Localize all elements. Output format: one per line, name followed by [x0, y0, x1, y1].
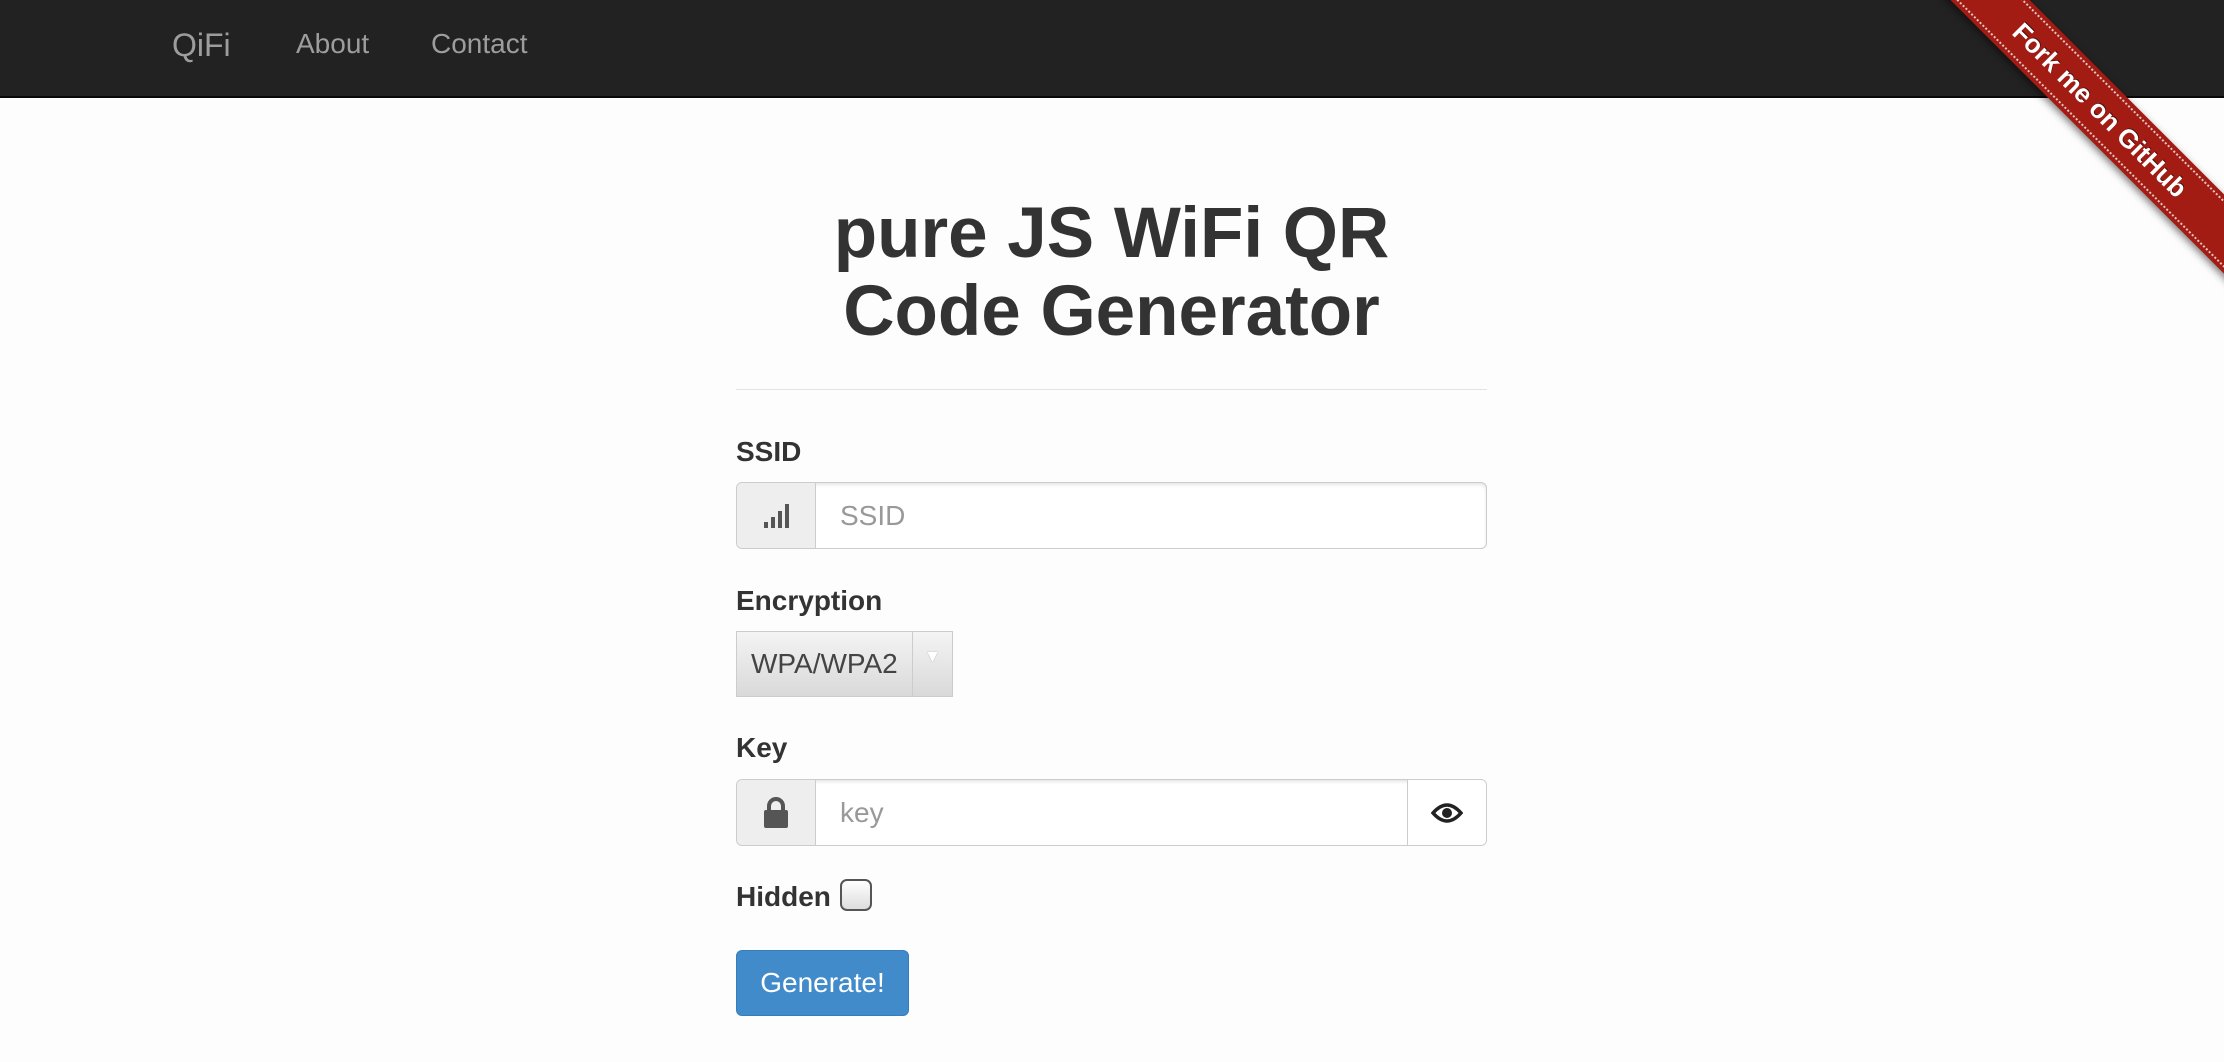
encryption-selected-value: WPA/WPA2: [751, 648, 898, 679]
brand-link[interactable]: QiFi: [172, 27, 231, 64]
nav-about[interactable]: About: [296, 28, 369, 60]
eye-icon[interactable]: [1407, 780, 1486, 845]
ssid-label: SSID: [736, 436, 802, 467]
key-input-group: [736, 779, 1487, 846]
ssid-input[interactable]: [816, 483, 1486, 548]
page-title: pure JS WiFi QR Code Generator: [833, 194, 1390, 351]
key-label: Key: [736, 732, 788, 763]
nav-contact[interactable]: Contact: [431, 28, 528, 60]
hidden-label: Hidden: [736, 881, 831, 912]
chevron-down-icon: ▼: [912, 632, 952, 696]
key-input[interactable]: [816, 780, 1407, 845]
ssid-input-group: [736, 482, 1487, 549]
navbar: QiFi About Contact: [0, 0, 2224, 98]
generate-button[interactable]: Generate!: [736, 950, 909, 1016]
lock-icon: [737, 780, 816, 845]
encryption-select[interactable]: WPA/WPA2 ▼: [736, 631, 953, 697]
divider: [736, 389, 1487, 390]
encryption-label: Encryption: [736, 585, 883, 616]
hidden-checkbox[interactable]: [840, 879, 872, 911]
signal-icon: [737, 483, 816, 548]
